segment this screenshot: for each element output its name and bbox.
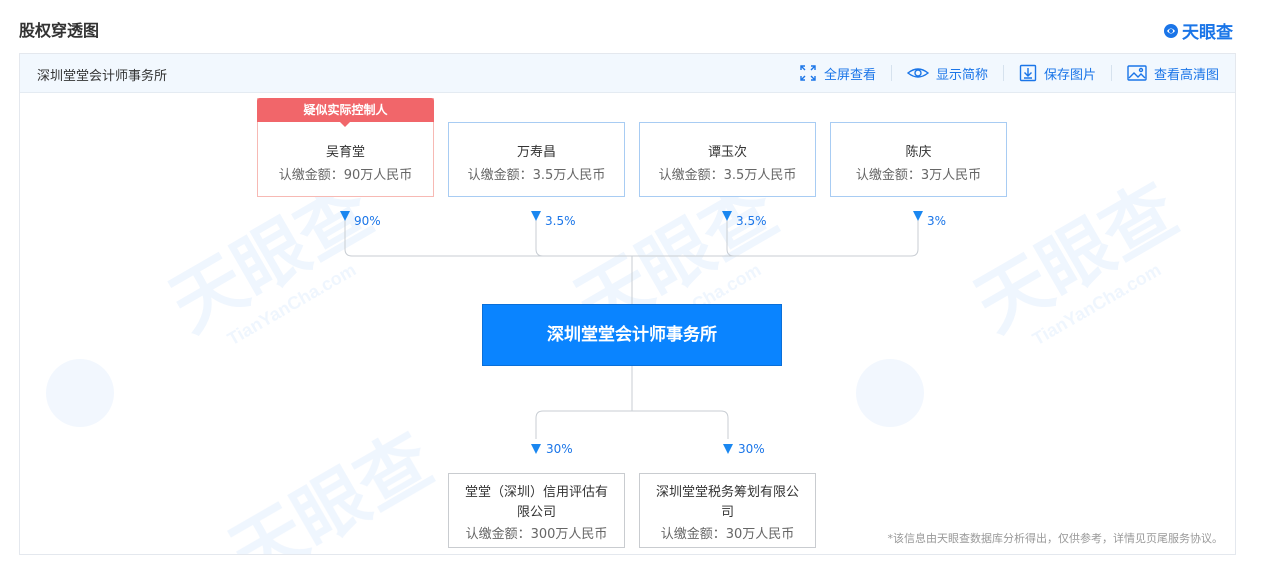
shareholder-node[interactable]: 疑似实际控制人 吴育堂 认缴金额：90万人民币 <box>257 98 434 197</box>
share-percent: 3% <box>927 214 947 228</box>
view-hd-image-label: 查看高清图 <box>1153 67 1219 83</box>
download-icon <box>1019 64 1037 82</box>
shareholder-node[interactable]: 万寿昌 认缴金额：3.5万人民币 <box>448 122 625 197</box>
subsidiary-node[interactable]: 堂堂（深圳）信用评估有 限公司 认缴金额：300万人民币 <box>448 473 625 548</box>
investment-percent: 30% <box>738 442 765 456</box>
tool-group: 全屏查看 显示简称 保存图片 查看高清图 <box>799 54 1219 92</box>
view-hd-image-button[interactable]: 查看高清图 <box>1127 64 1219 83</box>
company-title: 深圳堂堂会计师事务所 <box>37 69 168 84</box>
shareholder-name: 吴育堂 <box>325 145 365 160</box>
show-abbreviation-label: 显示简称 <box>935 67 988 83</box>
fullscreen-button[interactable]: 全屏查看 <box>799 64 876 83</box>
equity-graph-panel: 深圳堂堂会计师事务所 全屏查看 显示简称 保存图片 查看高清图 天眼查 Tian… <box>19 53 1236 555</box>
toolbar: 深圳堂堂会计师事务所 全屏查看 显示简称 保存图片 查看高清图 <box>20 54 1235 93</box>
subsidiary-amount: 认缴金额：300万人民币 <box>465 527 608 542</box>
disclaimer-note: *该信息由天眼查数据库分析得出，仅供参考，详情见页尾服务协议。 <box>887 532 1224 545</box>
subsidiary-name-line1: 深圳堂堂税务筹划有限公 <box>655 485 799 500</box>
shareholder-node[interactable]: 谭玉次 认缴金额：3.5万人民币 <box>639 122 816 197</box>
shareholder-name: 陈庆 <box>905 145 932 160</box>
subsidiary-amount: 认缴金额：30万人民币 <box>660 527 795 542</box>
header: 股权穿透图 天眼查 <box>0 0 1267 52</box>
controller-tag: 疑似实际控制人 <box>257 98 434 127</box>
shareholder-amount: 认缴金额：3.5万人民币 <box>658 168 797 183</box>
main-company-node[interactable]: 深圳堂堂会计师事务所 <box>482 304 782 366</box>
save-image-label: 保存图片 <box>1043 67 1096 83</box>
subsidiary-node[interactable]: 深圳堂堂税务筹划有限公 司 认缴金额：30万人民币 <box>639 473 816 548</box>
brand-logo: 天眼查 <box>1163 18 1233 43</box>
share-percent: 90% <box>354 214 381 228</box>
show-abbreviation-button[interactable]: 显示简称 <box>906 64 988 83</box>
image-icon <box>1127 65 1147 81</box>
shareholder-amount: 认缴金额：3.5万人民币 <box>467 168 606 183</box>
page-title: 股权穿透图 <box>19 21 100 40</box>
brand-name: 天眼查 <box>1182 23 1233 43</box>
share-percent: 3.5% <box>545 214 576 228</box>
tool-divider <box>890 65 892 81</box>
eye-icon <box>906 68 929 78</box>
shareholder-amount: 认缴金额：90万人民币 <box>278 168 413 183</box>
shareholder-node[interactable]: 陈庆 认缴金额：3万人民币 <box>830 122 1007 197</box>
tool-divider <box>1110 65 1112 81</box>
subsidiary-name-line2: 限公司 <box>516 505 556 520</box>
share-percent: 3.5% <box>736 214 767 228</box>
investment-percent: 30% <box>546 442 573 456</box>
shareholder-amount: 认缴金额：3万人民币 <box>855 168 982 183</box>
equity-graph-canvas: 天眼查 TianYanCha.com 天眼查 TianYanCha.com 天眼… <box>20 93 1235 554</box>
save-image-button[interactable]: 保存图片 <box>1019 64 1096 83</box>
tianyancha-logo-icon <box>1164 23 1178 38</box>
shareholder-name: 万寿昌 <box>516 145 556 160</box>
shareholder-name: 谭玉次 <box>707 145 747 160</box>
tool-divider <box>1002 65 1004 81</box>
subsidiary-name-line1: 堂堂（深圳）信用评估有 <box>464 485 608 500</box>
fullscreen-icon <box>800 65 816 81</box>
subsidiary-name-line2: 司 <box>720 505 734 520</box>
fullscreen-label: 全屏查看 <box>823 67 876 83</box>
